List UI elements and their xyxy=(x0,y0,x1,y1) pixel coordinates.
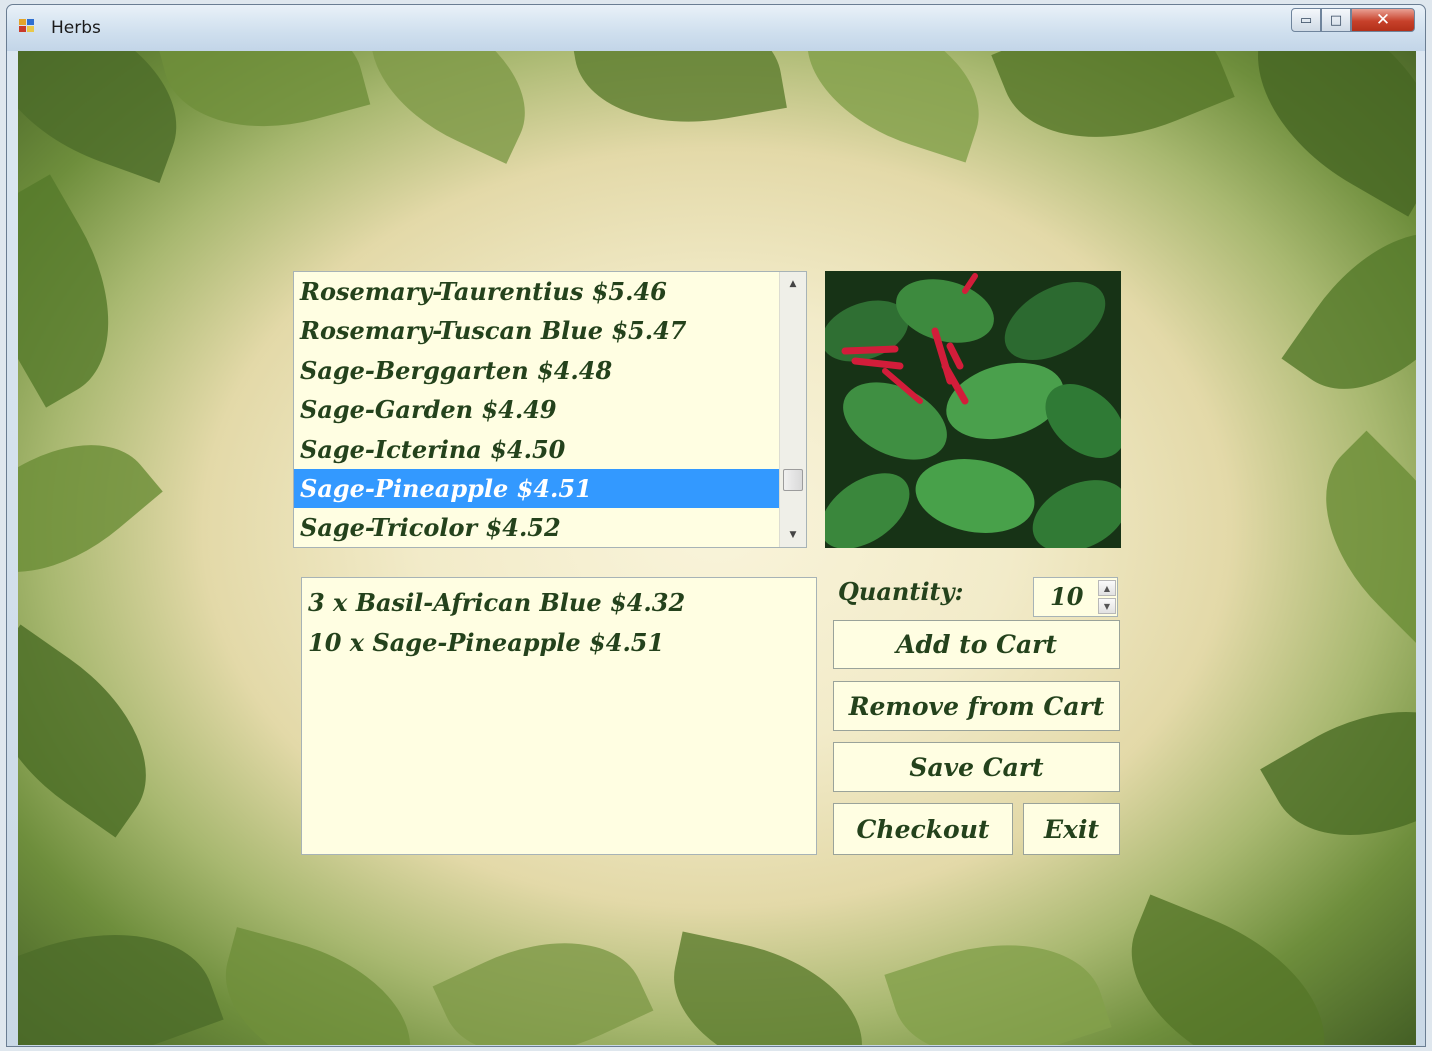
cart-item[interactable]: 10 x Sage-Pineapple $4.51 xyxy=(308,623,810,663)
list-item-selected[interactable]: Sage-Pineapple $4.51 xyxy=(294,468,779,509)
list-item[interactable]: Sage-Icterina $4.50 xyxy=(294,430,779,469)
list-scrollbar[interactable]: ▲ ▼ xyxy=(779,272,806,547)
quantity-stepper[interactable]: 10 ▲ ▼ xyxy=(1033,577,1118,617)
close-icon[interactable]: ✕ xyxy=(1351,8,1415,32)
quantity-spinner[interactable]: ▲ ▼ xyxy=(1098,580,1116,614)
maximize-icon[interactable]: □ xyxy=(1321,8,1351,32)
herb-photo xyxy=(825,271,1121,548)
scroll-up-icon[interactable]: ▲ xyxy=(780,274,806,294)
scroll-down-icon[interactable]: ▼ xyxy=(780,525,806,545)
list-item[interactable]: Rosemary-Tuscan Blue $5.47 xyxy=(294,311,779,350)
cart-listbox[interactable]: 3 x Basil-African Blue $4.32 10 x Sage-P… xyxy=(301,577,817,855)
spin-down-icon[interactable]: ▼ xyxy=(1098,598,1116,614)
list-item[interactable]: Sage-Garden $4.49 xyxy=(294,390,779,429)
quantity-value[interactable]: 10 xyxy=(1050,582,1083,611)
add-to-cart-button[interactable]: Add to Cart xyxy=(833,620,1120,669)
remove-from-cart-button[interactable]: Remove from Cart xyxy=(833,681,1120,731)
list-item[interactable]: Sage-Tricolor $4.52 xyxy=(294,508,779,547)
exit-button[interactable]: Exit xyxy=(1023,803,1120,855)
checkout-button[interactable]: Checkout xyxy=(833,803,1013,855)
spin-up-icon[interactable]: ▲ xyxy=(1098,580,1116,596)
title-bar[interactable]: Herbs ▭ □ ✕ xyxy=(7,5,1425,51)
window-title: Herbs xyxy=(51,18,101,38)
list-item[interactable]: Rosemary-Taurentius $5.46 xyxy=(294,272,779,311)
quantity-label: Quantity: xyxy=(838,577,964,606)
client-area: Rosemary-Taurentius $5.46 Rosemary-Tusca… xyxy=(18,51,1416,1045)
scroll-thumb[interactable] xyxy=(783,469,803,491)
cart-item[interactable]: 3 x Basil-African Blue $4.32 xyxy=(308,583,810,623)
app-icon xyxy=(19,19,37,35)
window-controls: ▭ □ ✕ xyxy=(1291,8,1415,38)
save-cart-button[interactable]: Save Cart xyxy=(833,742,1120,792)
product-listbox[interactable]: Rosemary-Taurentius $5.46 Rosemary-Tusca… xyxy=(293,271,807,548)
list-item[interactable]: Sage-Berggarten $4.48 xyxy=(294,351,779,390)
minimize-icon[interactable]: ▭ xyxy=(1291,8,1321,32)
app-window: Herbs ▭ □ ✕ Rosemary-Taurentius $5.46 Ro… xyxy=(6,4,1426,1047)
